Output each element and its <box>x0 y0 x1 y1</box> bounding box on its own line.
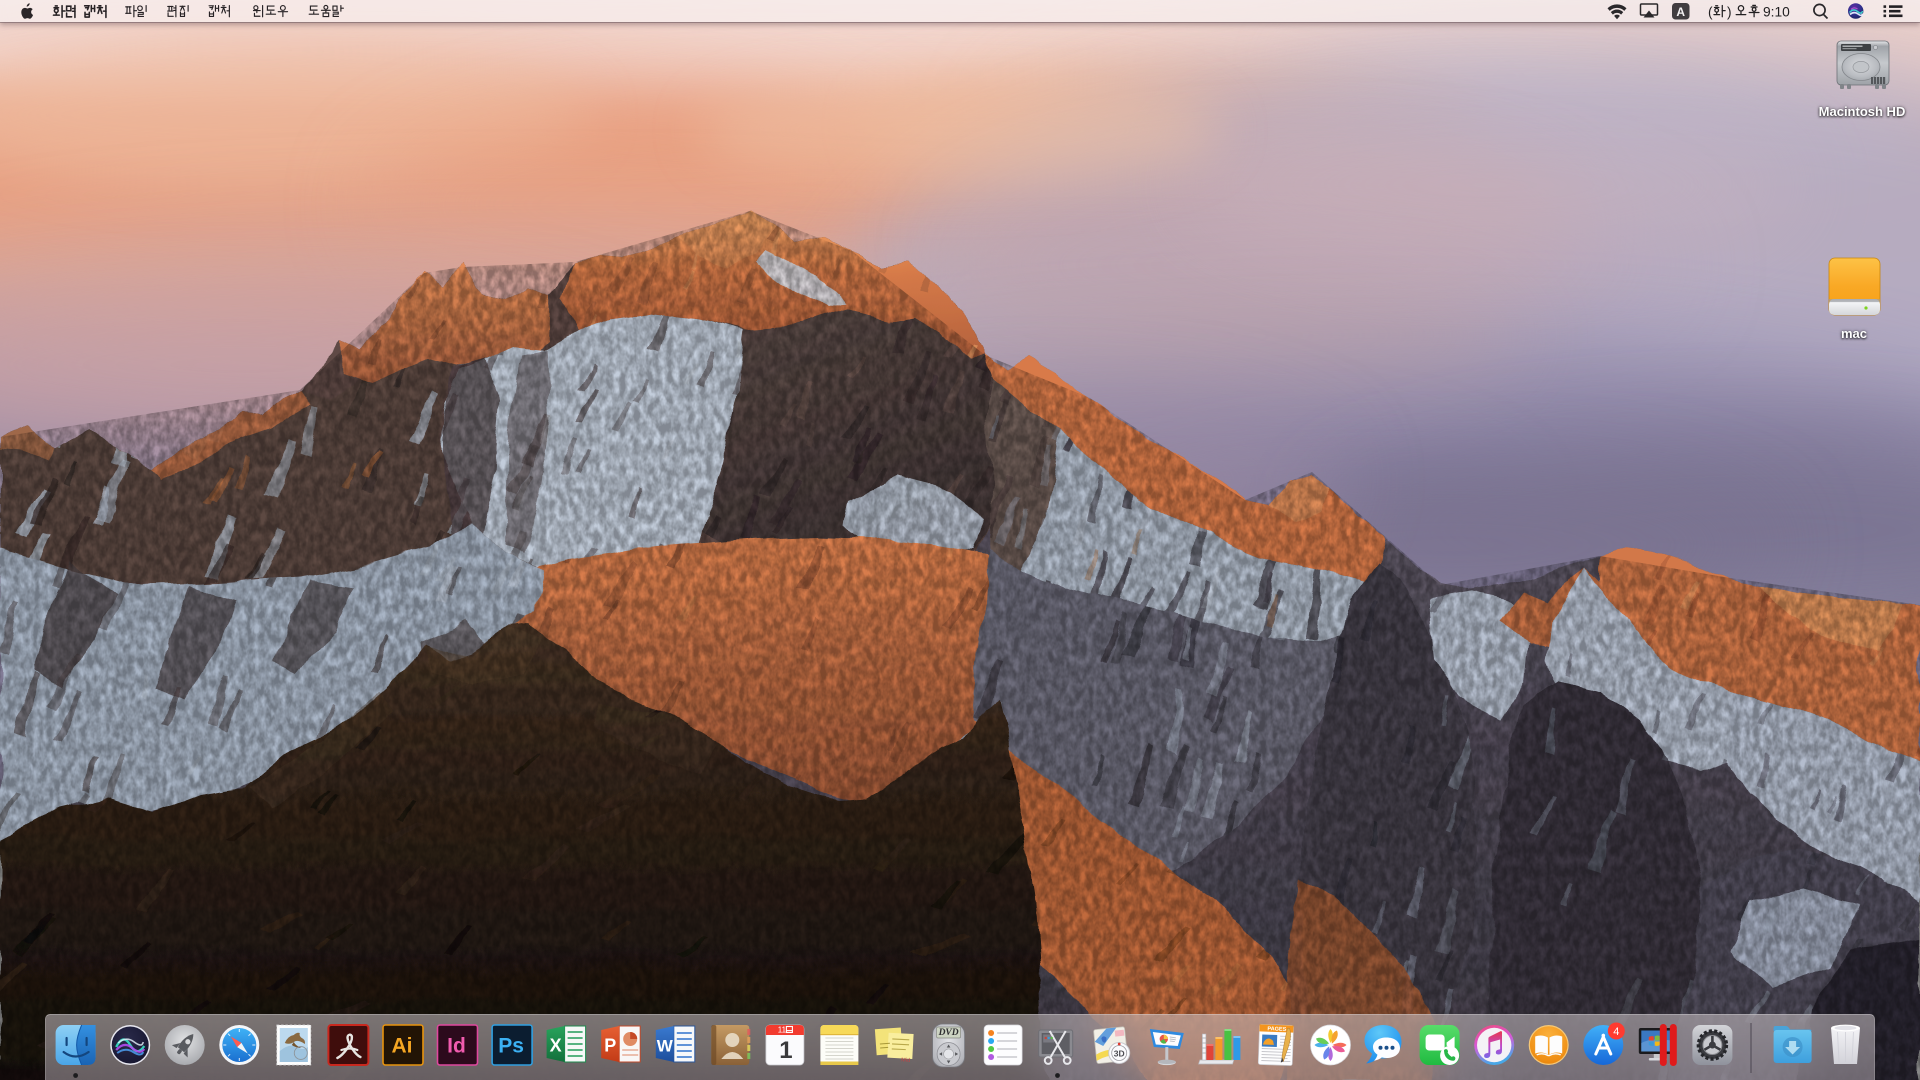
svg-text:9:10: 9:10 <box>1763 4 1790 19</box>
svg-text:DVD: DVD <box>938 1028 959 1038</box>
svg-text:Mid: Mid <box>901 1057 910 1063</box>
svg-text:P: P <box>604 1036 616 1056</box>
svg-text:W: W <box>657 1037 674 1056</box>
svg-text:3D: 3D <box>1114 1049 1125 1059</box>
svg-text:Ps: Ps <box>498 1035 524 1058</box>
svg-text:4: 4 <box>1613 1026 1619 1038</box>
svg-text:(: ( <box>1708 5 1713 20</box>
svg-text:1: 1 <box>779 1037 792 1064</box>
svg-text:A: A <box>1676 5 1685 19</box>
svg-text:): ) <box>1727 5 1732 20</box>
svg-text:PAGES: PAGES <box>1267 1026 1286 1033</box>
svg-text:Ai: Ai <box>392 1035 413 1058</box>
svg-text:11: 11 <box>778 1026 787 1035</box>
svg-text:Id: Id <box>447 1035 466 1058</box>
svg-text:X: X <box>550 1036 562 1056</box>
